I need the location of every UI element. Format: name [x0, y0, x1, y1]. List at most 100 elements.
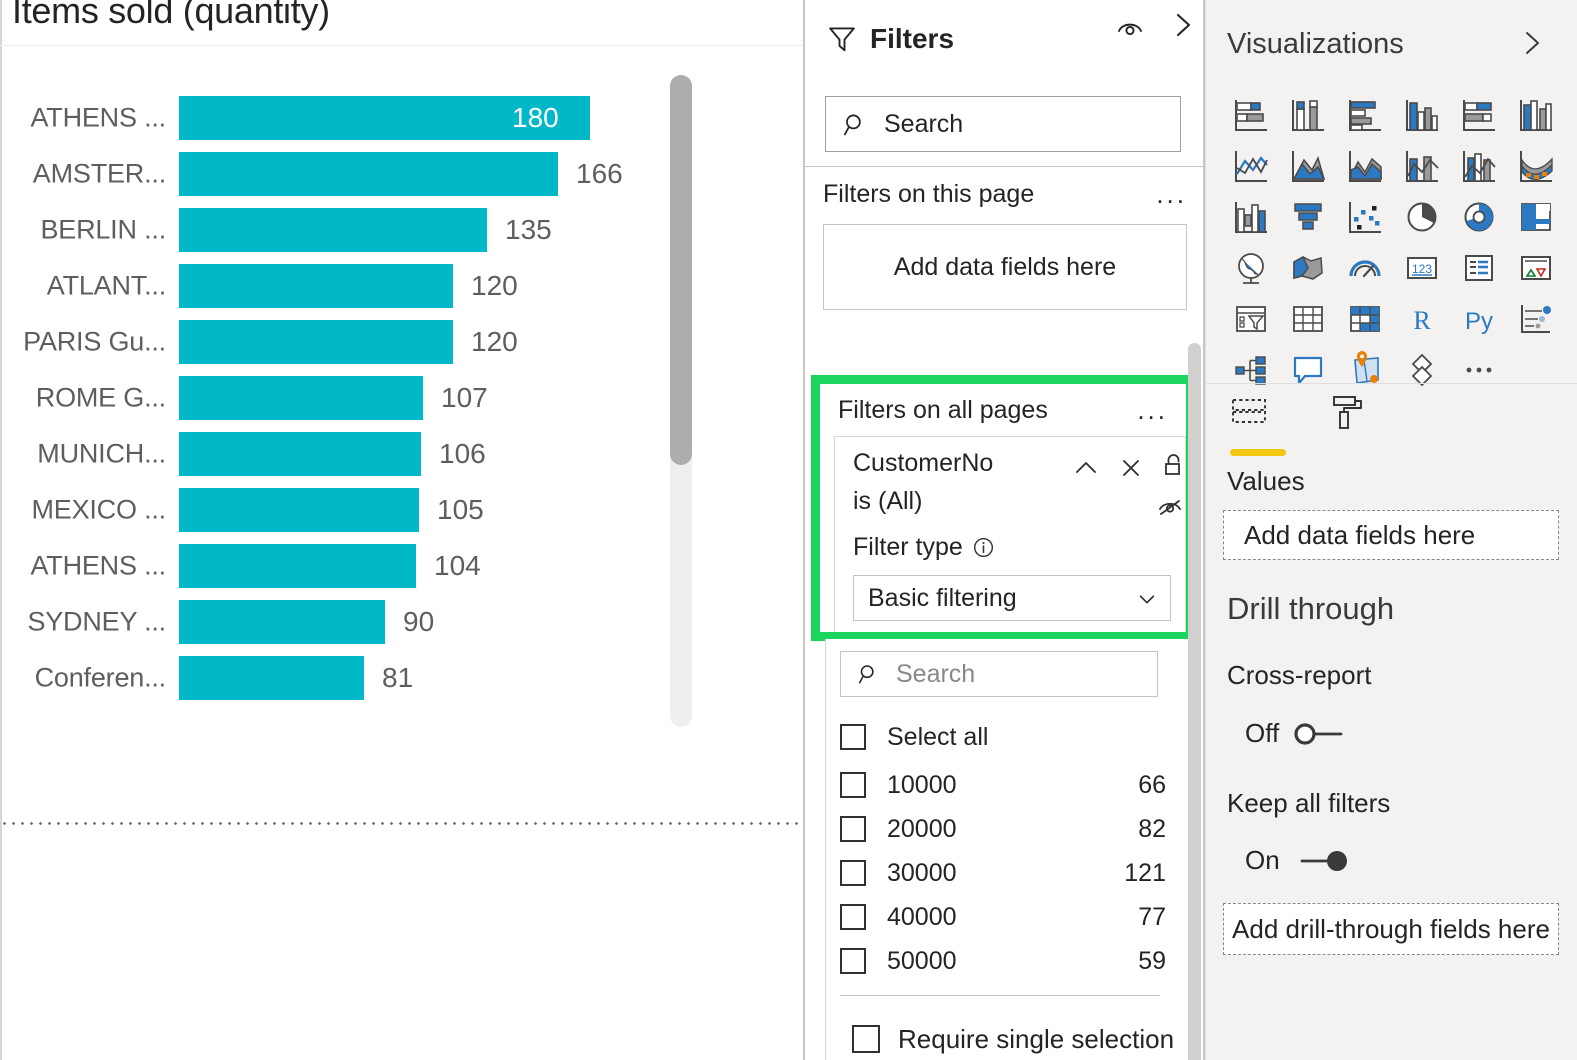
- format-tab[interactable]: [1325, 392, 1387, 456]
- bar[interactable]: [179, 264, 453, 308]
- require-single-selection-row[interactable]: Require single selection: [852, 1017, 1182, 1060]
- require-single-selection-checkbox[interactable]: [852, 1025, 880, 1053]
- close-icon[interactable]: [1116, 453, 1146, 488]
- bar-chart-row[interactable]: BERLIN ...135: [0, 202, 660, 258]
- stacked-area-chart-icon[interactable]: [1337, 141, 1393, 191]
- filters-on-all-pages-more-options-icon[interactable]: ...: [1137, 397, 1168, 423]
- bar-chart-row[interactable]: SYDNEY ...90: [0, 594, 660, 650]
- chevron-up-icon[interactable]: [1071, 453, 1101, 488]
- collapse-filters-chevron-right-icon[interactable]: [1166, 8, 1200, 42]
- gauge-icon[interactable]: [1337, 243, 1393, 293]
- filters-on-this-page-more-options-icon[interactable]: ...: [1156, 181, 1187, 207]
- filter-value-row[interactable]: 40000 77: [840, 895, 1172, 939]
- stacked-column-chart-icon[interactable]: [1280, 90, 1336, 140]
- visualizations-pane: Visualizations 123RPy: [1205, 0, 1577, 1060]
- r-script-visual-icon[interactable]: R: [1394, 294, 1450, 344]
- bar[interactable]: [179, 600, 385, 644]
- bar[interactable]: [179, 432, 421, 476]
- hundred-percent-stacked-bar-chart-icon[interactable]: [1451, 90, 1507, 140]
- matrix-icon[interactable]: [1337, 294, 1393, 344]
- more-options-icon[interactable]: [1451, 345, 1507, 395]
- filter-value-checkbox[interactable]: [840, 904, 866, 930]
- bar-chart-row[interactable]: ATHENS ...104: [0, 538, 660, 594]
- waterfall-chart-icon[interactable]: [1223, 192, 1279, 242]
- filters-on-this-page-dropzone[interactable]: Add data fields here: [823, 224, 1187, 310]
- lock-icon[interactable]: [1157, 449, 1187, 484]
- filter-value-row[interactable]: 10000 66: [840, 763, 1172, 807]
- arcgis-maps-icon[interactable]: [1337, 345, 1393, 395]
- clustered-column-chart-icon[interactable]: [1394, 90, 1450, 140]
- treemap-icon[interactable]: [1508, 192, 1564, 242]
- filter-card-customerno[interactable]: CustomerNo is (All): [834, 436, 1186, 632]
- filled-map-icon[interactable]: [1280, 243, 1336, 293]
- smart-narrative-icon[interactable]: [1280, 345, 1336, 395]
- drill-through-dropzone[interactable]: Add drill-through fields here: [1223, 903, 1559, 955]
- bar-chart-row[interactable]: ATHENS ...180: [0, 90, 660, 146]
- line-and-clustered-column-chart-icon[interactable]: [1451, 141, 1507, 191]
- bar[interactable]: [179, 544, 416, 588]
- select-all-row[interactable]: Select all: [840, 715, 1172, 759]
- area-chart-icon[interactable]: [1280, 141, 1336, 191]
- bar-chart-plot-area[interactable]: ATHENS ...180AMSTER...166BERLIN ...135AT…: [0, 90, 660, 720]
- line-and-stacked-column-chart-icon[interactable]: [1394, 141, 1450, 191]
- filter-value-label: 30000: [887, 859, 957, 888]
- bar[interactable]: [179, 320, 453, 364]
- collapse-visualizations-chevron-right-icon[interactable]: [1515, 26, 1549, 65]
- eye-icon[interactable]: [1113, 10, 1147, 44]
- bar[interactable]: [179, 152, 558, 196]
- ribbon-chart-icon[interactable]: [1508, 141, 1564, 191]
- bar-chart-row[interactable]: MUNICH...106: [0, 426, 660, 482]
- info-icon[interactable]: [972, 536, 995, 559]
- kpi-icon[interactable]: [1508, 243, 1564, 293]
- clustered-bar-chart-icon[interactable]: [1337, 90, 1393, 140]
- filter-type-label-row: Filter type: [853, 533, 995, 562]
- bar-chart-row[interactable]: MEXICO ...105: [0, 482, 660, 538]
- filter-values-search-input[interactable]: Search: [840, 651, 1158, 697]
- fields-tab[interactable]: [1227, 392, 1289, 456]
- keep-all-filters-toggle[interactable]: On: [1245, 845, 1352, 876]
- filter-value-checkbox[interactable]: [840, 772, 866, 798]
- filter-value-checkbox[interactable]: [840, 860, 866, 886]
- bar-chart-row[interactable]: Conferen...81: [0, 650, 660, 706]
- filter-value-count: 59: [1138, 947, 1166, 976]
- filter-value-row[interactable]: 50000 59: [840, 939, 1172, 983]
- table-icon[interactable]: [1280, 294, 1336, 344]
- chevron-down-icon[interactable]: [1136, 588, 1158, 610]
- slicer-icon[interactable]: [1223, 294, 1279, 344]
- bar[interactable]: [179, 376, 423, 420]
- filter-value-row[interactable]: 20000 82: [840, 807, 1172, 851]
- funnel-chart-icon[interactable]: [1280, 192, 1336, 242]
- bar[interactable]: [179, 656, 364, 700]
- filters-search-input[interactable]: Search: [825, 96, 1181, 152]
- line-chart-icon[interactable]: [1223, 141, 1279, 191]
- multi-row-card-icon[interactable]: [1451, 243, 1507, 293]
- donut-chart-icon[interactable]: [1451, 192, 1507, 242]
- hide-icon[interactable]: [1155, 491, 1185, 526]
- python-visual-icon[interactable]: Py: [1451, 294, 1507, 344]
- cross-report-toggle[interactable]: Off: [1245, 718, 1351, 749]
- search-icon: [843, 112, 868, 137]
- hundred-percent-stacked-column-chart-icon[interactable]: [1508, 90, 1564, 140]
- bar-chart-row[interactable]: ROME G...107: [0, 370, 660, 426]
- key-influencers-icon[interactable]: [1508, 294, 1564, 344]
- filter-type-select[interactable]: Basic filtering: [853, 575, 1171, 621]
- bar[interactable]: [179, 208, 487, 252]
- bar-chart-row[interactable]: AMSTER...166: [0, 146, 660, 202]
- select-all-checkbox[interactable]: [840, 724, 866, 750]
- values-dropzone[interactable]: Add data fields here: [1223, 510, 1559, 560]
- bar[interactable]: [179, 488, 419, 532]
- bar-chart-row[interactable]: ATLANT...120: [0, 258, 660, 314]
- pie-chart-icon[interactable]: [1394, 192, 1450, 242]
- filter-value-checkbox[interactable]: [840, 816, 866, 842]
- filter-value-checkbox[interactable]: [840, 948, 866, 974]
- filters-pane-scrollbar-thumb[interactable]: [1188, 343, 1201, 1060]
- chart-scrollbar-thumb[interactable]: [670, 75, 692, 465]
- scatter-chart-icon[interactable]: [1337, 192, 1393, 242]
- paginated-report-icon[interactable]: [1394, 345, 1450, 395]
- decomposition-tree-icon[interactable]: [1223, 345, 1279, 395]
- bar-chart-row[interactable]: PARIS Gu...120: [0, 314, 660, 370]
- card-icon[interactable]: 123: [1394, 243, 1450, 293]
- filter-value-row[interactable]: 30000 121: [840, 851, 1172, 895]
- stacked-bar-chart-icon[interactable]: [1223, 90, 1279, 140]
- map-icon[interactable]: [1223, 243, 1279, 293]
